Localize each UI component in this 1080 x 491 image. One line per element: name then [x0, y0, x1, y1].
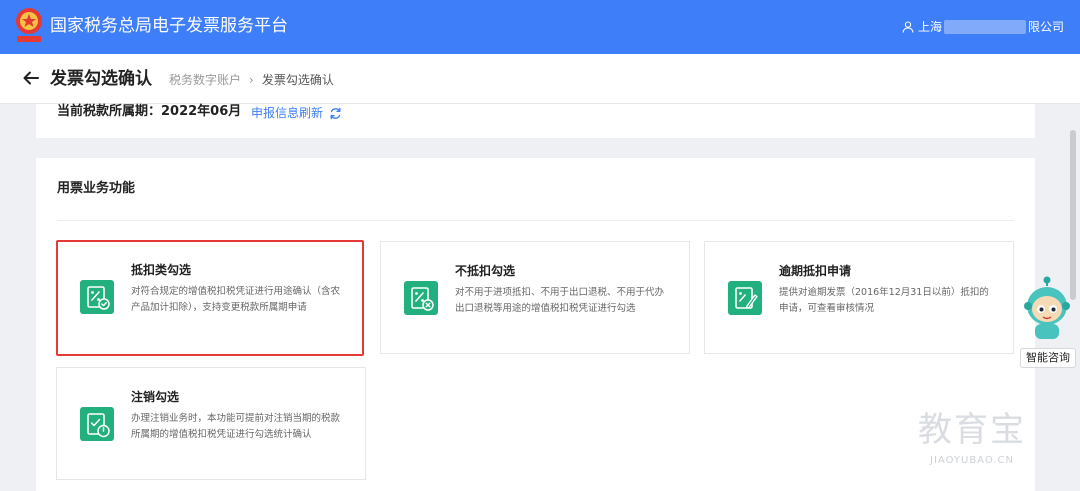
tax-period-label: 当前税款所属期：2022年06月 [57, 104, 242, 119]
overdue-edit-icon [728, 281, 762, 315]
breadcrumb-item-current: 发票勾选确认 [261, 73, 334, 87]
tile-deduct-selection[interactable]: 抵扣类勾选 对符合规定的增值税扣税凭证进行用途确认（含农产品加计扣除），支持变更… [56, 240, 364, 356]
section-divider [57, 220, 1014, 221]
top-bar: 国家税务总局电子发票服务平台 上海 限公司 [0, 0, 1080, 54]
robot-assistant-icon [1024, 276, 1070, 339]
scrollbar-thumb[interactable] [1070, 130, 1076, 300]
user-name-masked [943, 20, 1026, 34]
breadcrumb-item-account[interactable]: 税务数字账户 [169, 72, 241, 88]
back-arrow-icon[interactable] [22, 69, 40, 87]
user-account[interactable]: 上海 限公司 [902, 18, 1064, 36]
chevron-right-icon: › [249, 73, 254, 87]
refresh-declaration-link[interactable]: 申报信息刷新 [251, 105, 342, 121]
tile-description: 对符合规定的增值税扣税凭证进行用途确认（含农产品加计扣除），支持变更税款所属期申… [131, 286, 341, 313]
deduct-check-icon [80, 280, 114, 314]
breadcrumb: 税务数字账户 › 发票勾选确认 [169, 72, 334, 88]
user-name-suffix: 限公司 [1027, 20, 1064, 34]
tile-title: 逾期抵扣申请 [779, 264, 852, 278]
refresh-label: 申报信息刷新 [251, 106, 324, 120]
user-icon [902, 21, 914, 33]
tile-non-deduct-selection[interactable]: 不抵扣勾选 对不用于进项抵扣、不用于出口退税、不用于代办出口退税等用途的增值税扣… [380, 241, 690, 354]
section-title: 用票业务功能 [57, 181, 136, 196]
tax-period-card: 当前税款所属期：2022年06月 申报信息刷新 [36, 104, 1035, 138]
page-title: 发票勾选确认 [50, 69, 152, 89]
tile-description: 办理注销业务时，本功能可提前对注销当期的税款所属期的增值税扣税凭证进行勾选统计确… [131, 413, 341, 440]
tile-cancel-selection[interactable]: 注销勾选 办理注销业务时，本功能可提前对注销当期的税款所属期的增值税扣税凭证进行… [56, 367, 366, 480]
tile-title: 抵扣类勾选 [131, 263, 192, 277]
tile-overdue-deduct-application[interactable]: 逾期抵扣申请 提供对逾期发票（2016年12月31日以前）抵扣的申请，可查看审核… [704, 241, 1014, 354]
cancel-power-icon [80, 407, 114, 441]
invoice-functions-card: 用票业务功能 抵扣类勾选 对符合规定的增值税扣税凭证进行用途确认（含农产品加计扣… [36, 158, 1035, 491]
refresh-icon [330, 107, 341, 119]
tile-title: 注销勾选 [131, 390, 180, 404]
tile-description: 对不用于进项抵扣、不用于出口退税、不用于代办出口退税等用途的增值税扣税凭证进行勾… [455, 287, 665, 314]
smart-consult-label: 智能咨询 [1020, 348, 1076, 368]
tile-title: 不抵扣勾选 [455, 264, 516, 278]
no-deduct-icon [404, 281, 438, 315]
user-name-prefix: 上海 [917, 20, 942, 34]
tax-emblem-icon [16, 8, 42, 42]
app-title: 国家税务总局电子发票服务平台 [50, 16, 288, 36]
smart-consult-widget[interactable]: 智能咨询 [1018, 276, 1076, 371]
tile-description: 提供对逾期发票（2016年12月31日以前）抵扣的申请，可查看审核情况 [779, 287, 989, 314]
page-header: 发票勾选确认 税务数字账户 › 发票勾选确认 [0, 54, 1080, 104]
